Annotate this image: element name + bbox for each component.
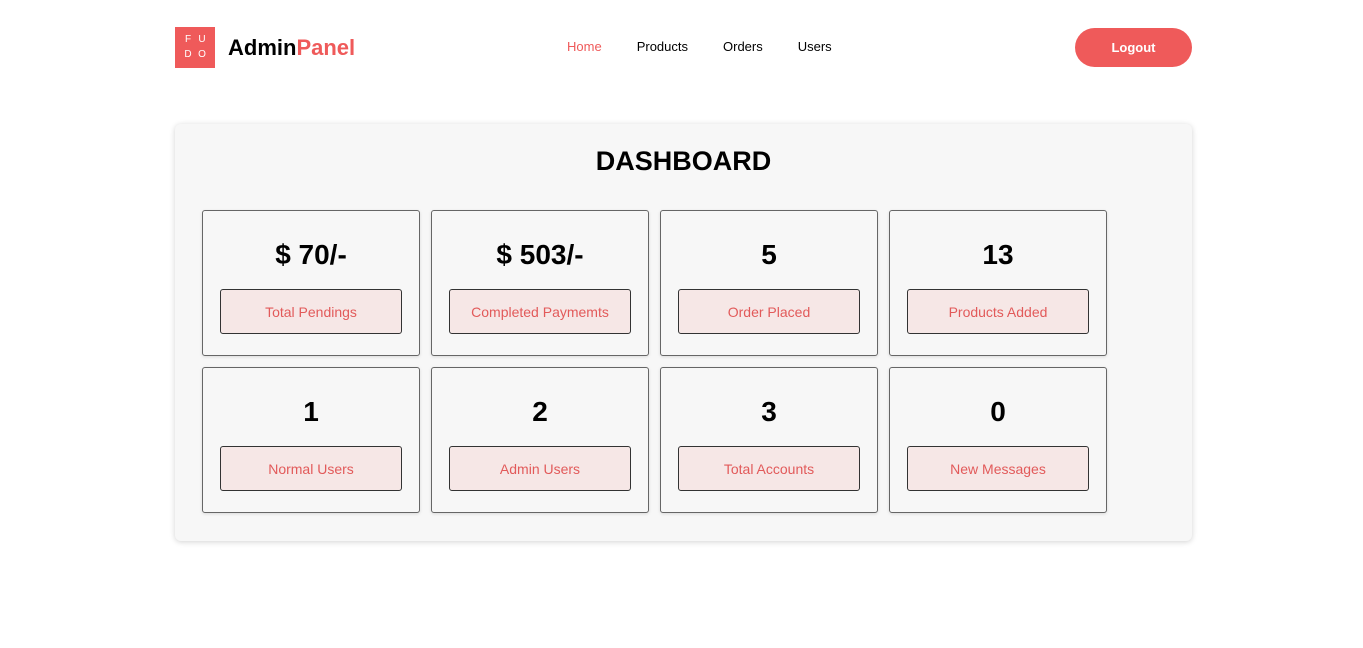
stat-value: 5 xyxy=(761,239,777,270)
stat-value: 2 xyxy=(532,396,548,427)
stat-value: 1 xyxy=(303,396,319,427)
logout-button[interactable]: Logout xyxy=(1075,28,1192,67)
nav-users[interactable]: Users xyxy=(798,39,832,54)
stat-card-normal-users: 1 Normal Users xyxy=(202,367,420,513)
logo-letter: F xyxy=(184,34,196,46)
stat-label-button[interactable]: Completed Paymemts xyxy=(449,289,631,334)
stat-card-total-pendings: $ 70/- Total Pendings xyxy=(202,210,420,356)
header: F U D O AdminPanel Home Products Orders … xyxy=(175,27,1192,68)
logo-letter: O xyxy=(198,48,210,60)
stats-grid: $ 70/- Total Pendings $ 503/- Completed … xyxy=(202,210,1107,513)
stat-value: 13 xyxy=(982,239,1014,270)
brand-name[interactable]: AdminPanel xyxy=(228,35,355,61)
nav-orders[interactable]: Orders xyxy=(723,39,763,54)
stat-label-button[interactable]: Total Accounts xyxy=(678,446,860,491)
stat-card-completed-payments: $ 503/- Completed Paymemts xyxy=(431,210,649,356)
stat-card-order-placed: 5 Order Placed xyxy=(660,210,878,356)
main-nav: Home Products Orders Users xyxy=(567,39,867,54)
dashboard-panel: DASHBOARD $ 70/- Total Pendings $ 503/- … xyxy=(175,124,1192,541)
stat-card-admin-users: 2 Admin Users xyxy=(431,367,649,513)
brand-accent: Panel xyxy=(296,35,356,60)
stat-label-button[interactable]: New Messages xyxy=(907,446,1089,491)
stat-value: 0 xyxy=(990,396,1006,427)
stat-label-button[interactable]: Admin Users xyxy=(449,446,631,491)
stat-value: $ 503/- xyxy=(496,239,584,270)
stat-label-button[interactable]: Products Added xyxy=(907,289,1089,334)
brand-primary: Admin xyxy=(228,35,297,60)
logo-letter: U xyxy=(198,34,210,46)
logo-letter: D xyxy=(184,48,196,60)
stat-label-button[interactable]: Total Pendings xyxy=(220,289,402,334)
stat-value: $ 70/- xyxy=(275,239,347,270)
stat-label-button[interactable]: Order Placed xyxy=(678,289,860,334)
stat-value: 3 xyxy=(761,396,777,427)
stat-label-button[interactable]: Normal Users xyxy=(220,446,402,491)
nav-products[interactable]: Products xyxy=(637,39,688,54)
logo[interactable]: F U D O xyxy=(175,27,215,68)
page-title: DASHBOARD xyxy=(595,146,772,176)
nav-home[interactable]: Home xyxy=(567,39,602,54)
stat-card-total-accounts: 3 Total Accounts xyxy=(660,367,878,513)
stat-card-new-messages: 0 New Messages xyxy=(889,367,1107,513)
stat-card-products-added: 13 Products Added xyxy=(889,210,1107,356)
